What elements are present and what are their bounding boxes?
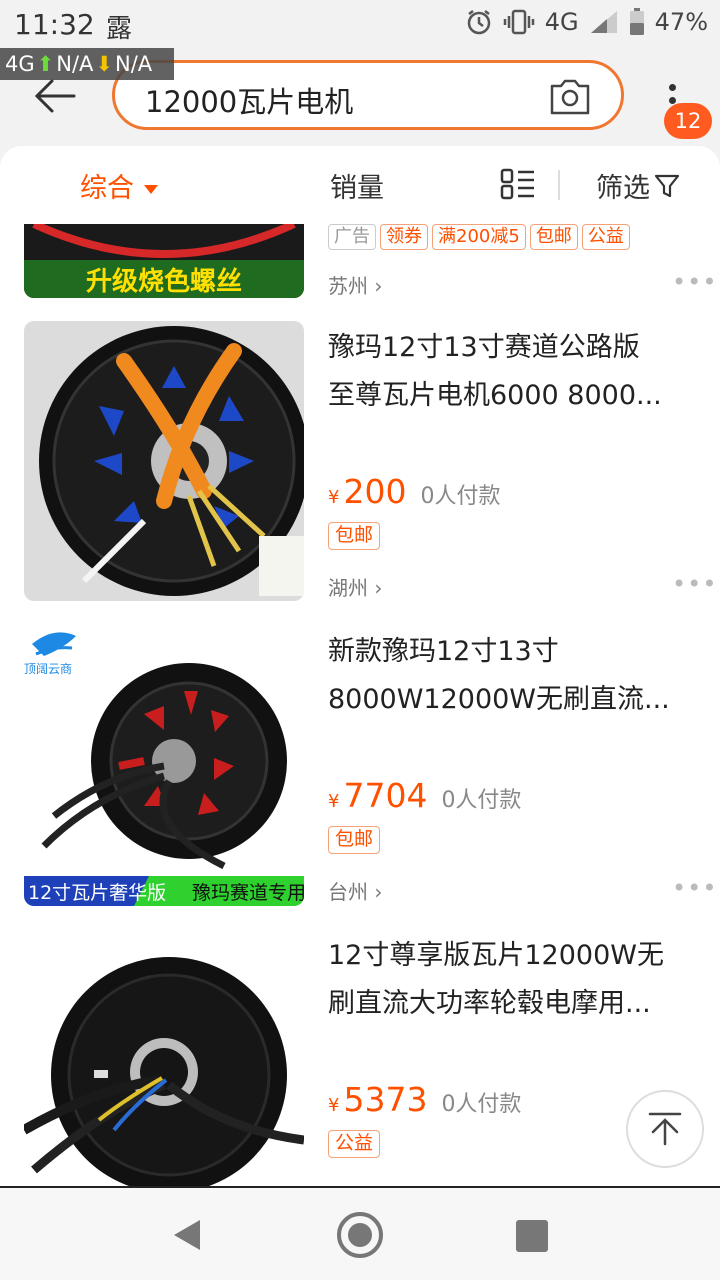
product-price: 200: [343, 472, 407, 511]
thumb-banner-text: 升级烧色螺丝: [86, 266, 242, 297]
sort-sales-tab[interactable]: 销量: [330, 166, 384, 205]
dropdown-arrow-icon: [144, 185, 158, 194]
message-count-badge: 12: [664, 103, 712, 139]
battery-icon: [629, 8, 644, 35]
product-image[interactable]: [24, 930, 304, 1186]
network-type: 4G: [544, 8, 579, 36]
currency-symbol: ¥: [328, 1095, 340, 1116]
nav-home-icon[interactable]: [337, 1212, 383, 1258]
sort-comprehensive-tab[interactable]: 综合: [80, 166, 158, 205]
status-bar: 11:32 露 4G 47%: [0, 0, 720, 48]
filter-funnel-icon: [654, 174, 680, 197]
charity-tag: 公益: [581, 224, 630, 250]
product-location[interactable]: 湖州 ›: [328, 572, 382, 601]
product-image[interactable]: 升级烧色螺丝: [24, 224, 304, 298]
free-shipping-tag: 包邮: [328, 826, 381, 854]
product-location[interactable]: 台州 ›: [328, 876, 382, 905]
product-list: 升级烧色螺丝 广告 领券 满200减5 包邮 公益 苏州 › ••• 豫玛12寸…: [0, 224, 720, 1186]
search-input[interactable]: 12000瓦片电机: [112, 60, 624, 130]
product-title[interactable]: 豫玛12寸13寸赛道公路版 至尊瓦片电机6000 8000...: [328, 324, 678, 420]
camera-icon[interactable]: [549, 76, 591, 116]
coupon-tag: 领券: [380, 224, 428, 250]
product-title-line: 至尊瓦片电机6000 8000...: [328, 380, 662, 411]
product-price: 7704: [343, 776, 428, 815]
product-title-line: 8000W12000W无刷直流...: [328, 684, 670, 715]
price-row: ¥ 200 0人付款: [328, 472, 500, 511]
more-options-icon[interactable]: •••: [672, 268, 717, 296]
currency-symbol: ¥: [328, 487, 340, 508]
product-image[interactable]: 顶阔云商 12寸瓦片奢华版 豫玛赛道专用: [24, 626, 304, 906]
product-price: 5373: [343, 1080, 428, 1119]
net-type: 4G: [5, 52, 35, 76]
battery-percent: 47%: [654, 8, 708, 36]
product-image[interactable]: [24, 321, 304, 601]
system-nav-bar: [0, 1186, 720, 1280]
search-query-text: 12000瓦片电机: [145, 85, 354, 119]
upload-arrow-icon: ⬆: [36, 52, 55, 76]
nav-back-icon[interactable]: [170, 1218, 204, 1252]
more-options-icon[interactable]: •••: [672, 570, 717, 598]
vibrate-icon: [503, 9, 535, 35]
product-title[interactable]: 12寸尊享版瓦片12000W无 刷直流大功率轮毂电摩用...: [328, 932, 678, 1028]
product-location[interactable]: 苏州 ›: [328, 270, 382, 299]
weather-dew-icon: 露: [106, 14, 133, 44]
sort-comprehensive-label: 综合: [80, 173, 134, 204]
free-shipping-tag: 包邮: [529, 224, 578, 250]
product-title-line: 刷直流大功率轮毂电摩用...: [328, 988, 651, 1019]
back-arrow-icon[interactable]: [32, 76, 76, 116]
filter-label: 筛选: [596, 173, 650, 204]
free-shipping-tag: 包邮: [328, 522, 381, 550]
results-panel: 综合 销量 筛选 升级烧色螺丝 广告 领券 满200减5 包邮 公益 苏州 › …: [0, 146, 720, 1186]
network-speed-overlay: 4G ⬆ N/A ⬇ N/A: [0, 48, 174, 80]
product-title[interactable]: 新款豫玛12寸13寸 8000W12000W无刷直流...: [328, 628, 678, 724]
status-icons: 4G 47%: [465, 8, 708, 36]
alarm-icon: [467, 10, 491, 35]
status-time: 11:32: [14, 8, 95, 41]
thumb-banner-left: 12寸瓦片奢华版: [28, 882, 166, 904]
promo-tags: 广告 领券 满200减5 包邮 公益: [328, 224, 630, 250]
signal-icon: [590, 11, 617, 33]
filter-button[interactable]: 筛选: [596, 166, 680, 205]
sales-count: 0人付款: [420, 484, 501, 509]
sort-bar: 综合 销量 筛选: [0, 146, 720, 224]
charity-tag: 公益: [328, 1130, 381, 1158]
product-title-line: 12寸尊享版瓦片12000W无: [328, 940, 664, 971]
download-speed: N/A: [115, 52, 153, 76]
upload-speed: N/A: [56, 52, 94, 76]
arrow-up-icon: [648, 1112, 682, 1146]
product-title-line: 新款豫玛12寸13寸: [328, 636, 559, 667]
product-title-line: 豫玛12寸13寸赛道公路版: [328, 332, 640, 363]
currency-symbol: ¥: [328, 791, 340, 812]
discount-tag: 满200减5: [432, 224, 526, 250]
back-to-top-button[interactable]: [626, 1090, 704, 1168]
thumb-banner-right: 豫玛赛道专用: [192, 882, 304, 904]
ad-tag: 广告: [328, 224, 376, 250]
download-arrow-icon: ⬇: [95, 52, 114, 76]
thumb-brand-text: 顶阔云商: [24, 661, 72, 676]
price-row: ¥ 7704 0人付款: [328, 776, 521, 815]
list-view-toggle-icon[interactable]: [500, 168, 536, 200]
sales-count: 0人付款: [441, 1092, 522, 1117]
more-options-icon[interactable]: •••: [672, 874, 717, 902]
price-row: ¥ 5373 0人付款: [328, 1080, 521, 1119]
sort-divider: [558, 170, 560, 200]
nav-recent-apps-icon[interactable]: [516, 1220, 548, 1252]
sales-count: 0人付款: [441, 788, 522, 813]
